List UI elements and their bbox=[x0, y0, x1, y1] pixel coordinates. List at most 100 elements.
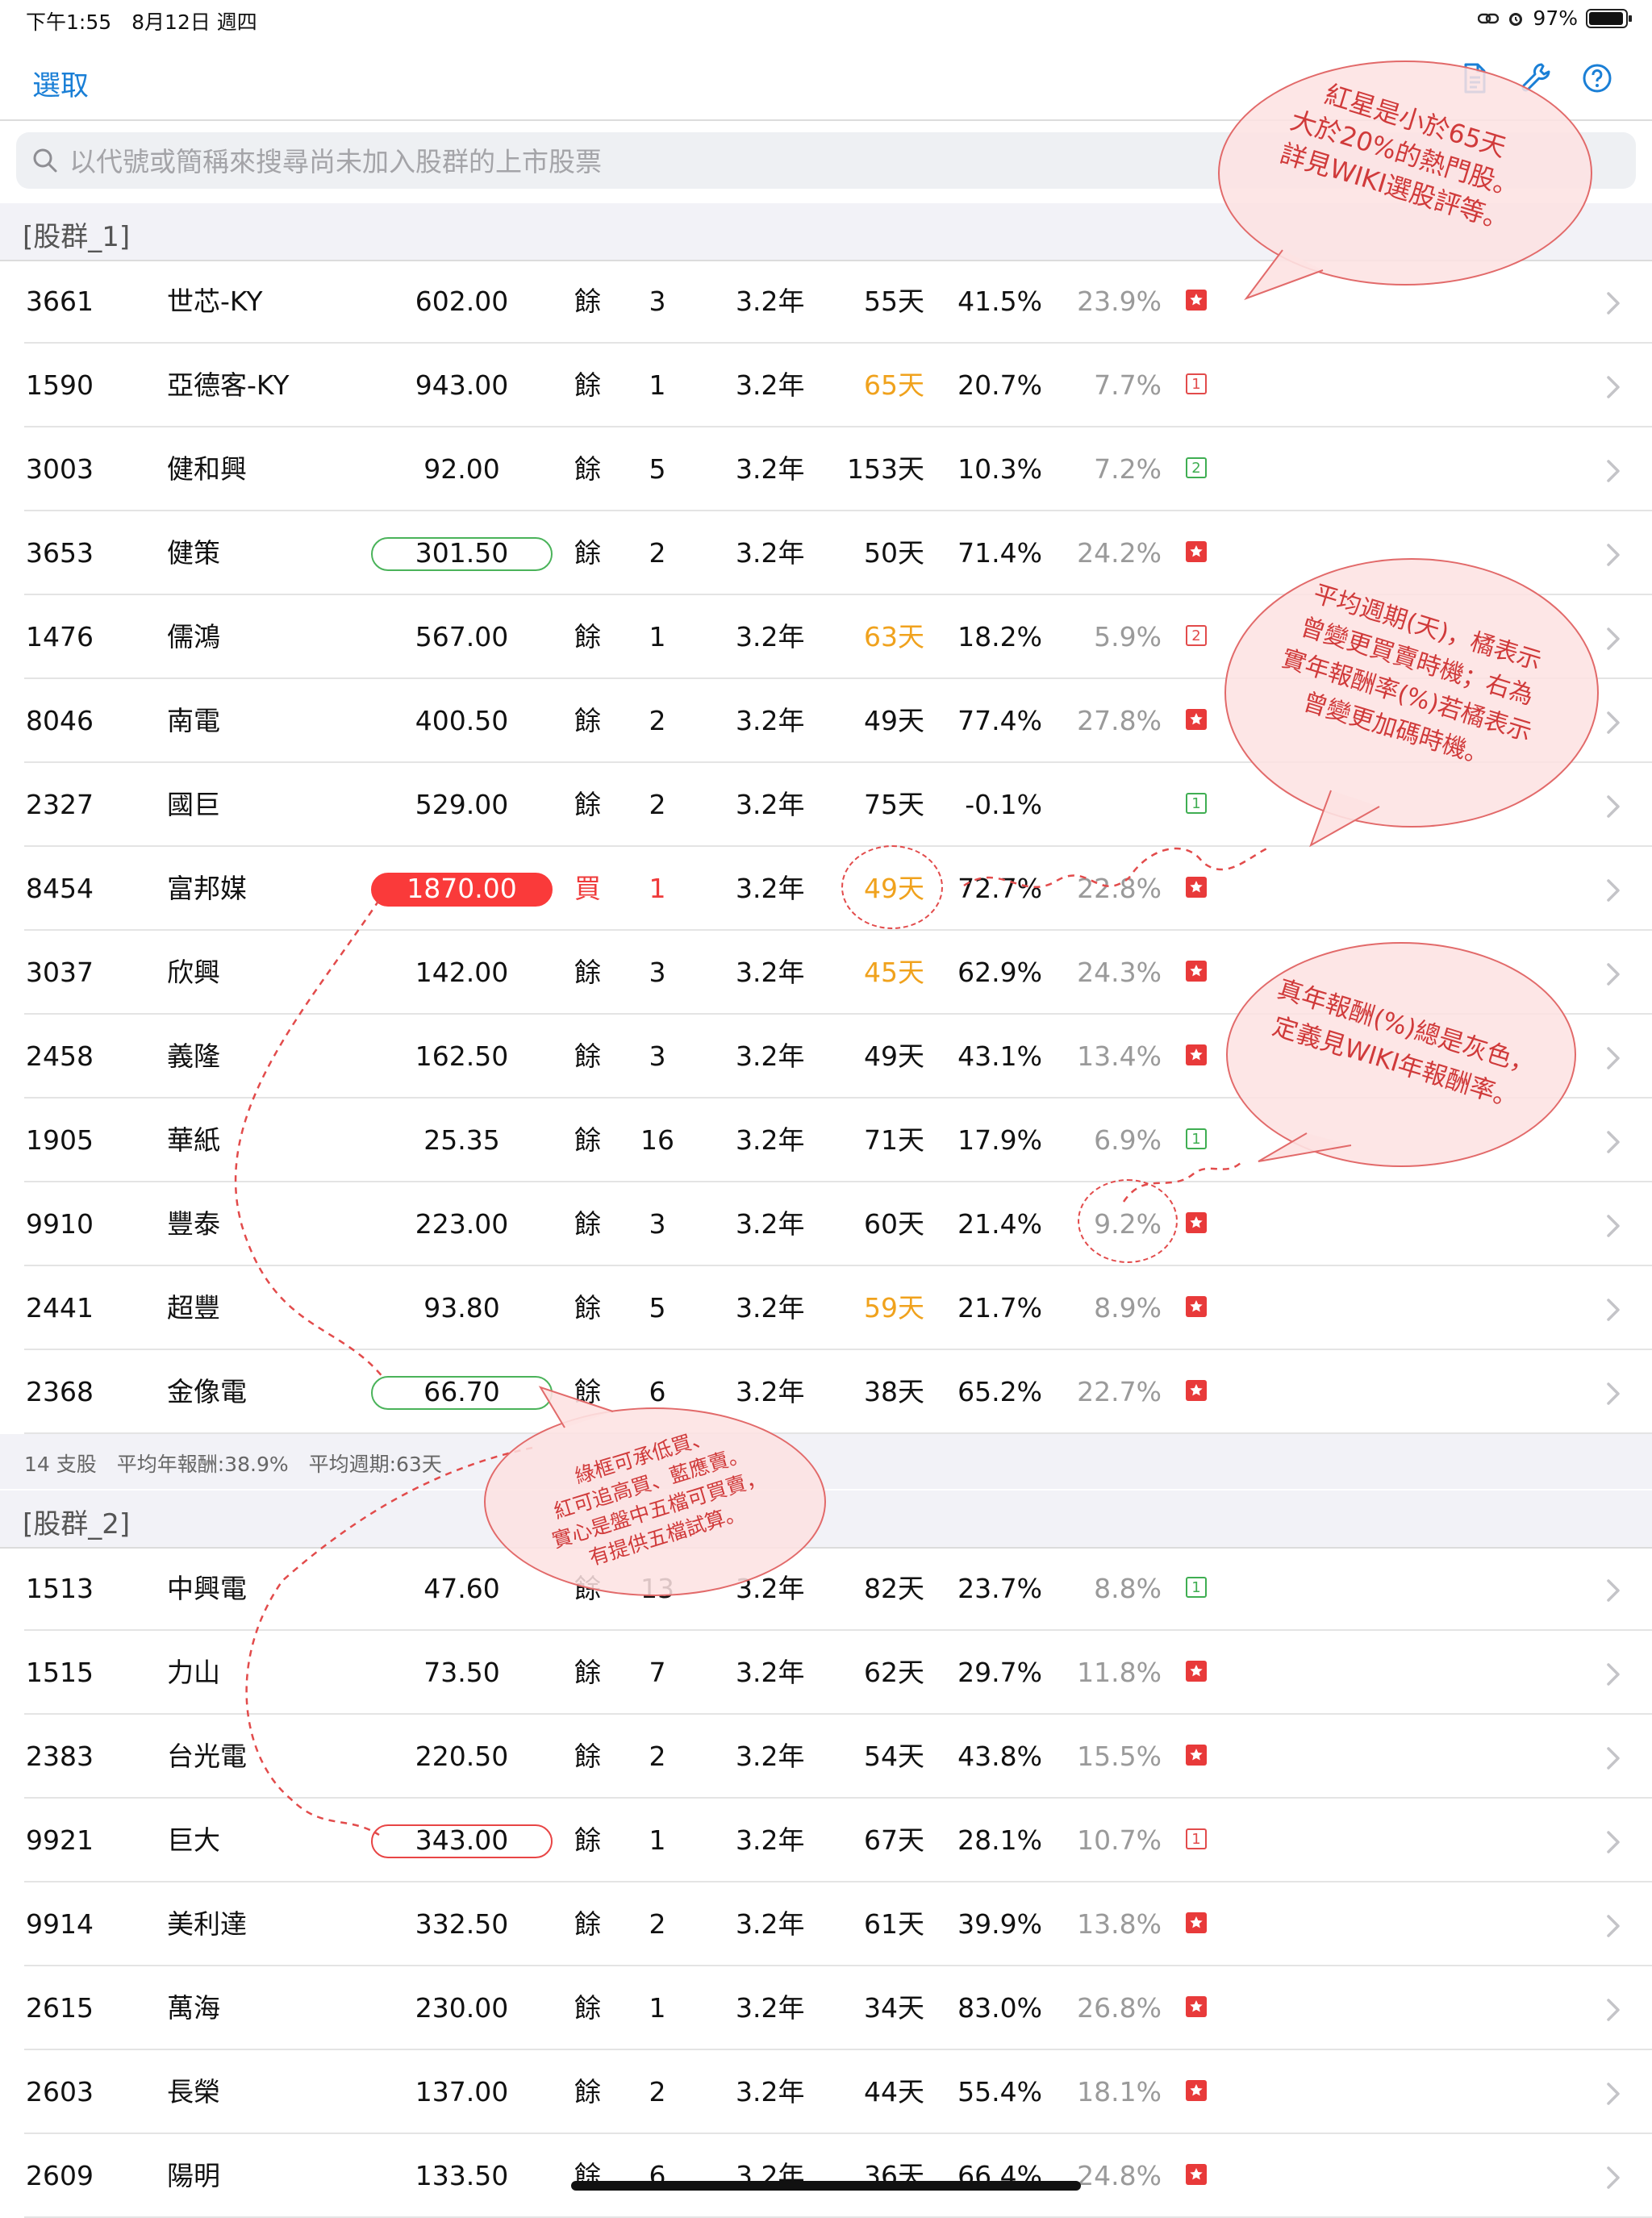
chevron-right-icon[interactable] bbox=[1605, 2134, 1621, 2218]
stock-name: 富邦媒 bbox=[167, 873, 247, 904]
chevron-right-icon[interactable] bbox=[1605, 1966, 1621, 2050]
stock-row[interactable]: 2615 萬海 230.00 餘 1 3.2年 34天 83.0% 26.8% bbox=[0, 1966, 1652, 2050]
chevron-right-icon[interactable] bbox=[1605, 1715, 1621, 1799]
rating-badge: 2 bbox=[1186, 625, 1210, 649]
rating-level-2-icon: 2 bbox=[1186, 457, 1207, 478]
chevron-right-icon[interactable] bbox=[1605, 1882, 1621, 1966]
real-annual-return: 8.9% bbox=[1094, 1292, 1162, 1324]
chevron-right-icon[interactable] bbox=[1605, 344, 1621, 427]
home-indicator[interactable] bbox=[571, 2181, 1081, 2191]
chevron-right-icon[interactable] bbox=[1605, 679, 1621, 763]
trade-action: 餘 bbox=[574, 1824, 601, 1856]
stock-row[interactable]: 9914 美利達 332.50 餘 2 3.2年 61天 39.9% 13.8% bbox=[0, 1882, 1652, 1966]
stock-name: 儒鴻 bbox=[167, 621, 220, 652]
stock-price: 137.00 bbox=[415, 2076, 509, 2108]
real-annual-return: 24.2% bbox=[1077, 537, 1162, 569]
stock-code: 3661 bbox=[26, 286, 94, 317]
annual-return: 41.5% bbox=[957, 286, 1042, 317]
average-cycle-days: 65天 bbox=[864, 369, 924, 401]
stock-name: 健策 bbox=[167, 537, 220, 569]
chevron-right-icon[interactable] bbox=[1605, 2050, 1621, 2134]
chevron-right-icon[interactable] bbox=[1605, 1350, 1621, 1434]
backtest-years: 3.2年 bbox=[736, 1124, 805, 1156]
callout-price-box: 綠框可承低買、 紅可追高買、藍應賣。 實心是盤中五檔可買賣， 有提供五檔試算。 bbox=[484, 1407, 826, 1596]
stock-code: 8046 bbox=[26, 705, 94, 736]
chevron-right-icon[interactable] bbox=[1605, 260, 1621, 344]
lot-count: 6 bbox=[649, 2160, 666, 2191]
stock-code: 2615 bbox=[26, 1992, 94, 2024]
rating-badge bbox=[1186, 541, 1210, 565]
chevron-right-icon[interactable] bbox=[1605, 1015, 1621, 1099]
status-bar: 下午1:55 8月12日 週四 97% bbox=[0, 0, 1652, 39]
star-icon bbox=[1186, 2080, 1207, 2101]
chevron-right-icon[interactable] bbox=[1605, 763, 1621, 847]
average-cycle-days: 49天 bbox=[864, 1040, 924, 1072]
chevron-right-icon[interactable] bbox=[1605, 1631, 1621, 1715]
trade-action: 餘 bbox=[574, 537, 601, 569]
stock-row[interactable]: 8454 富邦媒 1870.00 買 1 3.2年 49天 72.7% 22.8% bbox=[0, 847, 1652, 931]
stock-name: 美利達 bbox=[167, 1908, 247, 1940]
star-icon bbox=[1186, 1661, 1207, 1682]
chevron-right-icon[interactable] bbox=[1605, 1182, 1621, 1266]
chevron-right-icon[interactable] bbox=[1605, 931, 1621, 1015]
link-icon bbox=[1478, 13, 1500, 23]
annual-return: 39.9% bbox=[957, 1908, 1042, 1940]
stock-row[interactable]: 3003 健和興 92.00 餘 5 3.2年 153天 10.3% 7.2% 2 bbox=[0, 427, 1652, 511]
group-title: [股群_2] bbox=[23, 1508, 131, 1541]
trade-action: 餘 bbox=[574, 957, 601, 988]
stock-row[interactable]: 2441 超豐 93.80 餘 5 3.2年 59天 21.7% 8.9% bbox=[0, 1266, 1652, 1350]
rating-badge bbox=[1186, 2080, 1210, 2104]
star-icon bbox=[1186, 1745, 1207, 1766]
stock-row[interactable]: 9921 巨大 343.00 餘 1 3.2年 67天 28.1% 10.7% 1 bbox=[0, 1799, 1652, 1882]
stock-price: 332.50 bbox=[415, 1908, 509, 1940]
stock-row[interactable]: 2383 台光電 220.50 餘 2 3.2年 54天 43.8% 15.5% bbox=[0, 1715, 1652, 1799]
rating-badge bbox=[1186, 2164, 1210, 2188]
chevron-right-icon[interactable] bbox=[1605, 1799, 1621, 1882]
chevron-right-icon[interactable] bbox=[1605, 1547, 1621, 1631]
trade-action: 餘 bbox=[574, 1657, 601, 1688]
battery-percent: 97% bbox=[1533, 6, 1578, 30]
annual-return: 10.3% bbox=[957, 453, 1042, 485]
stock-row[interactable]: 2368 金像電 66.70 餘 6 3.2年 38天 65.2% 22.7% bbox=[0, 1350, 1652, 1434]
lot-count: 16 bbox=[640, 1124, 674, 1156]
backtest-years: 3.2年 bbox=[736, 1741, 805, 1772]
stock-code: 3653 bbox=[26, 537, 94, 569]
backtest-years: 3.2年 bbox=[736, 286, 805, 317]
stock-price: 93.80 bbox=[423, 1292, 500, 1324]
stock-name: 金像電 bbox=[167, 1376, 247, 1407]
star-icon bbox=[1186, 1212, 1207, 1233]
backtest-years: 3.2年 bbox=[736, 957, 805, 988]
lot-count: 2 bbox=[649, 1908, 666, 1940]
chevron-right-icon[interactable] bbox=[1605, 427, 1621, 511]
rating-level-1-icon: 1 bbox=[1186, 793, 1207, 814]
select-button[interactable]: 選取 bbox=[32, 63, 89, 104]
rating-badge bbox=[1186, 1996, 1210, 2020]
stock-row[interactable]: 2603 長榮 137.00 餘 2 3.2年 44天 55.4% 18.1% bbox=[0, 2050, 1652, 2134]
average-cycle-days: 71天 bbox=[864, 1124, 924, 1156]
stock-row[interactable]: 1513中興電47.60餘133.2年82天23.7%8.8%1 bbox=[0, 1547, 1652, 1631]
stock-row[interactable]: 2609 陽明 133.50 餘 6 3.2年 36天 66.4% 24.8% bbox=[0, 2134, 1652, 2218]
stock-row[interactable]: 1515 力山 73.50 餘 7 3.2年 62天 29.7% 11.8% bbox=[0, 1631, 1652, 1715]
stock-row[interactable]: 9910 豐泰 223.00 餘 3 3.2年 60天 21.4% 9.2% bbox=[0, 1182, 1652, 1266]
chevron-right-icon[interactable] bbox=[1605, 1099, 1621, 1182]
average-cycle-days: 82天 bbox=[864, 1573, 924, 1604]
chevron-right-icon[interactable] bbox=[1605, 1266, 1621, 1350]
rating-badge: 1 bbox=[1186, 1577, 1210, 1601]
help-icon[interactable] bbox=[1579, 60, 1616, 97]
lot-count: 5 bbox=[649, 453, 666, 485]
chevron-right-icon[interactable] bbox=[1605, 847, 1621, 931]
annual-return: 77.4% bbox=[957, 705, 1042, 736]
annual-return: 55.4% bbox=[957, 2076, 1042, 2108]
annual-return: 62.9% bbox=[957, 957, 1042, 988]
trade-action: 買 bbox=[574, 873, 601, 904]
stock-name: 陽明 bbox=[167, 2160, 220, 2191]
stock-price: 1870.00 bbox=[407, 873, 517, 904]
real-annual-return: 7.2% bbox=[1094, 453, 1162, 485]
chevron-right-icon[interactable] bbox=[1605, 511, 1621, 595]
lot-count: 2 bbox=[649, 537, 666, 569]
rating-level-1-icon: 1 bbox=[1186, 1828, 1207, 1849]
star-icon bbox=[1186, 290, 1207, 311]
average-cycle-days: 63天 bbox=[864, 621, 924, 652]
stock-row[interactable]: 1590 亞德客-KY 943.00 餘 1 3.2年 65天 20.7% 7.7% 1 bbox=[0, 344, 1652, 427]
stock-name: 萬海 bbox=[167, 1992, 220, 2024]
